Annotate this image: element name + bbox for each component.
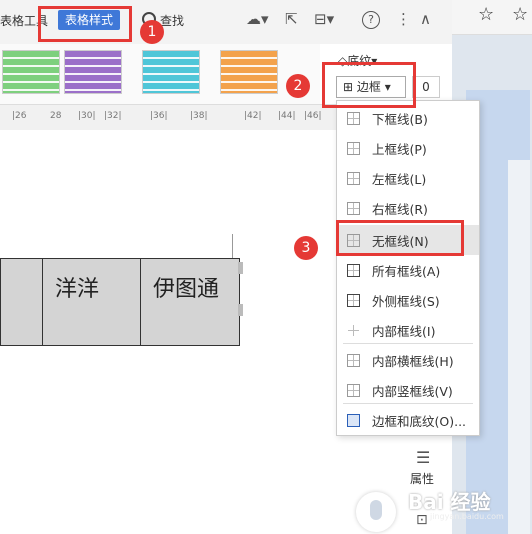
bottom-border-icon <box>347 111 360 125</box>
ruler-tick: |26 <box>12 111 27 121</box>
ruler-tick: |30| <box>78 111 96 121</box>
menu-item-left-border[interactable]: 左框线(L) <box>337 163 479 193</box>
callout-badge-1: 1 <box>140 20 164 44</box>
menu-divider <box>343 343 473 344</box>
table-style-swatch-teal[interactable] <box>142 50 200 94</box>
left-border-icon <box>347 171 360 185</box>
menu-item-label: 内部横框线(H) <box>372 353 454 369</box>
inside-horizontal-icon <box>347 353 360 367</box>
column-guide <box>232 234 233 258</box>
border-menu: 下框线(B) 上框线(P) 左框线(L) 右框线(R) 无框线(N) 所有框线(… <box>336 100 480 436</box>
menu-item-all-borders[interactable]: 所有框线(A) <box>337 255 479 285</box>
menu-item-label: 外侧框线(S) <box>372 293 440 309</box>
table-style-swatch-green[interactable] <box>2 50 60 94</box>
watermark-url: jingyan.baidu.com <box>430 512 504 521</box>
table-style-swatch-orange[interactable] <box>220 50 278 94</box>
callout-badge-3: 3 <box>294 236 318 260</box>
document-icon <box>347 413 360 427</box>
ruler-tick: |36| <box>150 111 168 121</box>
scroll-column <box>508 160 530 534</box>
table-cell[interactable]: 伊图通 <box>140 258 240 346</box>
microphone-icon <box>370 500 382 520</box>
search-label[interactable]: 查找 <box>160 12 184 29</box>
callout-box-3 <box>336 220 464 256</box>
table-style-swatch-purple[interactable] <box>64 50 122 94</box>
horizontal-ruler: |26 28 |30| |32| |36| |38| |42| |44| |46… <box>0 104 340 132</box>
star-icon[interactable]: ☆ <box>478 4 494 25</box>
menu-item-inside-horizontal[interactable]: 内部横框线(H) <box>337 345 479 375</box>
menu-item-label: 所有框线(A) <box>372 263 441 279</box>
menu-item-outside-borders[interactable]: 外侧框线(S) <box>337 285 479 315</box>
border-width-input[interactable]: 0 <box>412 76 440 98</box>
sliders-icon[interactable]: ☰ <box>416 448 430 467</box>
ruler-tick: |44| <box>278 111 296 121</box>
callout-box-2 <box>322 62 416 108</box>
right-border-icon <box>347 201 360 215</box>
all-borders-icon <box>347 263 360 277</box>
menu-item-inside-vertical[interactable]: 内部竖框线(V) <box>337 375 479 405</box>
help-icon[interactable]: ? <box>362 11 380 29</box>
menu-item-label: 边框和底纹(O)... <box>372 413 467 429</box>
star-icon-2[interactable]: ☆ <box>512 4 528 25</box>
layout-icon[interactable]: ⊟▾ <box>314 10 334 28</box>
menu-item-label: 右框线(R) <box>372 201 428 217</box>
menu-item-label: 内部框线(I) <box>372 323 436 339</box>
ruler-tick: |46| <box>304 111 322 121</box>
cloud-icon[interactable]: ☁▾ <box>246 10 269 28</box>
menu-divider <box>343 403 473 404</box>
menu-item-label: 左框线(L) <box>372 171 427 187</box>
table-resize-handle[interactable] <box>238 262 243 274</box>
table-cell[interactable]: 洋洋 <box>42 258 142 346</box>
menu-item-top-border[interactable]: 上框线(P) <box>337 133 479 163</box>
more-icon[interactable]: ⋮ <box>396 10 411 28</box>
property-label[interactable]: 属性 <box>410 470 434 487</box>
inside-borders-icon <box>347 324 360 337</box>
menu-item-right-border[interactable]: 右框线(R) <box>337 193 479 223</box>
table-resize-handle[interactable] <box>238 304 243 316</box>
share-icon[interactable]: ⇱ <box>285 10 298 28</box>
collapse-icon[interactable]: ∧ <box>420 10 431 28</box>
ruler-tick: |32| <box>104 111 122 121</box>
ruler-tick: |42| <box>244 111 262 121</box>
ruler-tick: |38| <box>190 111 208 121</box>
table-cell[interactable] <box>0 258 44 346</box>
menu-item-label: 内部竖框线(V) <box>372 383 453 399</box>
menu-item-label: 上框线(P) <box>372 141 427 157</box>
ruler-tick: 28 <box>50 111 62 121</box>
menu-item-label: 下框线(B) <box>372 111 428 127</box>
inside-vertical-icon <box>347 383 360 397</box>
menu-item-inside-borders[interactable]: 内部框线(I) <box>337 315 479 345</box>
top-border-icon <box>347 141 360 155</box>
watermark-logo: Bai 经验 <box>408 490 491 514</box>
outside-borders-icon <box>347 293 360 307</box>
callout-badge-2: 2 <box>286 74 310 98</box>
menu-item-borders-and-shading[interactable]: 边框和底纹(O)... <box>337 405 479 435</box>
callout-box-1 <box>38 6 132 42</box>
